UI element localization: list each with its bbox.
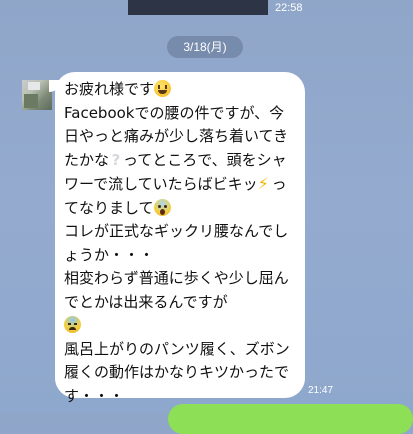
outgoing-message-bubble[interactable]	[168, 404, 413, 434]
status-time: 22:58	[275, 2, 303, 14]
date-divider: 3/18(月)	[167, 36, 243, 58]
sender-avatar[interactable]	[22, 80, 52, 110]
grinning-face-icon	[154, 80, 172, 97]
message-text: お疲れ様です Facebookでの腰の件ですが、今日やっと痛みが少し落ち着いてき…	[64, 78, 297, 408]
message-line: コレが正式なギックリ腰なんでしょうか・・・	[64, 222, 289, 264]
message-timestamp: 21:47	[308, 385, 334, 396]
lightning-icon: ⚡	[257, 174, 269, 193]
scream-face-icon	[153, 198, 171, 216]
message-line: 相変わらず普通に歩くや少し屈んでとかは出来るんですが	[64, 269, 289, 311]
question-mark-icon: ?	[111, 150, 121, 169]
incoming-message-bubble[interactable]: お疲れ様です Facebookでの腰の件ですが、今日やっと痛みが少し落ち着いてき…	[55, 72, 305, 405]
message-line: 風呂上がりのパンツ履く、ズボン履くの動作はかなりキツかったです・・・	[64, 339, 290, 405]
status-bar	[128, 0, 268, 15]
anxious-sweat-face-icon	[64, 316, 81, 333]
message-line: お疲れ様です	[64, 80, 155, 98]
